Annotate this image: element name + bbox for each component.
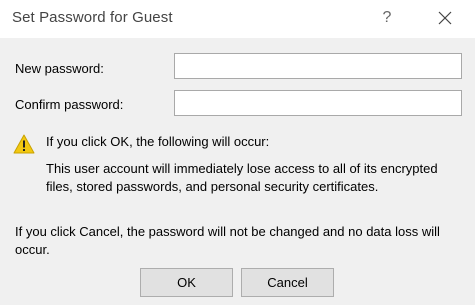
warning-icon [13, 134, 35, 154]
cancel-button[interactable]: Cancel [241, 268, 334, 297]
close-icon [438, 11, 452, 25]
question-icon: ? [382, 9, 392, 26]
title-bar: Set Password for Guest ? [0, 0, 475, 38]
help-button[interactable]: ? [374, 4, 400, 32]
confirm-password-label: Confirm password: [15, 97, 124, 112]
close-button[interactable] [428, 4, 462, 32]
cancel-note-line2: occur. [15, 242, 50, 257]
warning-body-line1: This user account will immediately lose … [46, 161, 438, 176]
set-password-dialog: Set Password for Guest ? New password: C… [0, 0, 475, 305]
cancel-note-line1: If you click Cancel, the password will n… [15, 224, 440, 239]
dialog-title: Set Password for Guest [12, 9, 173, 26]
warning-body-line2: files, stored passwords, and personal se… [46, 179, 379, 194]
new-password-label: New password: [15, 61, 104, 76]
new-password-field[interactable] [174, 53, 462, 79]
ok-button[interactable]: OK [140, 268, 233, 297]
confirm-password-field[interactable] [174, 90, 462, 116]
warning-heading: If you click OK, the following will occu… [46, 134, 270, 149]
